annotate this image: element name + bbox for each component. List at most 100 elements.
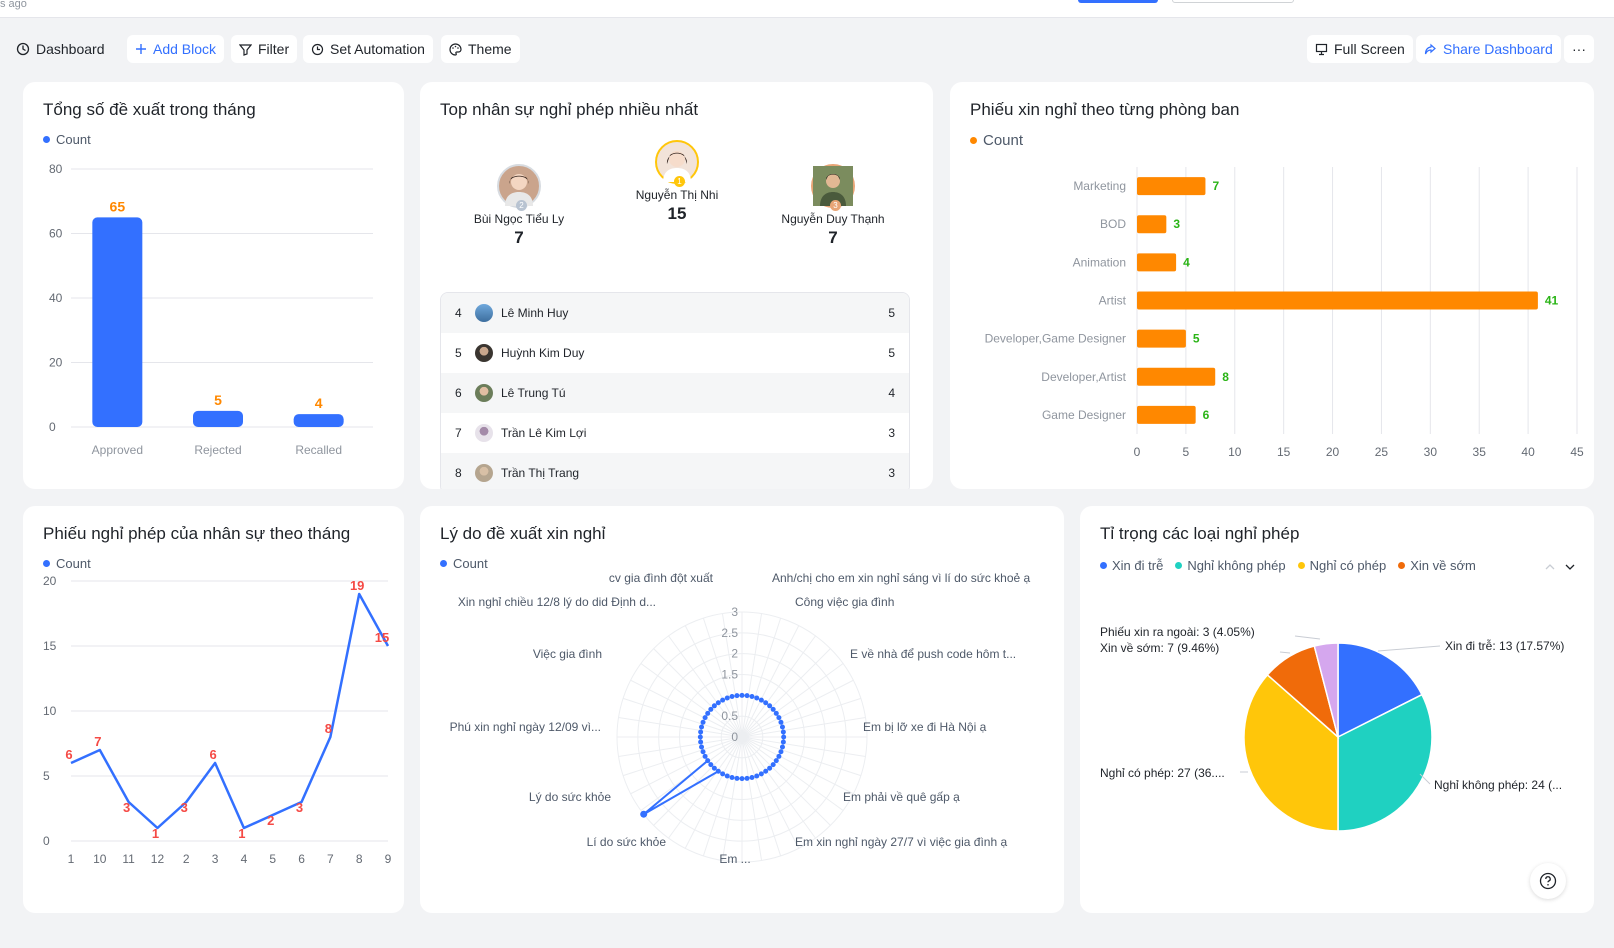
ranking-row[interactable]: 8 Trần Thị Trang 3 <box>441 453 909 489</box>
x-tick-label: 8 <box>356 852 363 866</box>
x-tick-label: 3 <box>212 852 219 866</box>
y-tick-label: 40 <box>49 291 63 305</box>
theme-button[interactable]: Theme <box>441 35 520 63</box>
set-automation-label: Set Automation <box>330 41 425 57</box>
y-tick-label: 20 <box>49 356 63 370</box>
ranking-row[interactable]: 6 Lê Trung Tú 4 <box>441 373 909 413</box>
data-point <box>773 710 779 716</box>
data-point <box>776 753 782 759</box>
data-point <box>773 758 779 764</box>
plus-icon <box>136 44 146 54</box>
rank-count: 3 <box>888 466 895 480</box>
bar <box>1137 177 1206 196</box>
avatar <box>475 384 493 402</box>
data-point <box>754 695 760 701</box>
rank-number: 4 <box>455 306 462 320</box>
radar-spoke <box>741 697 862 738</box>
rank-name: Trần Lê Kim Lợi <box>501 426 587 440</box>
data-point <box>779 744 785 750</box>
axis-label: Em ... <box>719 852 750 866</box>
dashboard-title-button[interactable]: Dashboard <box>8 35 113 63</box>
filter-label: Filter <box>258 41 290 57</box>
podium-name: Bùi Ngọc Tiểu Ly <box>473 212 565 226</box>
data-point <box>749 694 755 700</box>
radar-spoke <box>653 648 743 738</box>
podium-rank-2[interactable]: 2 Bùi Ngọc Tiểu Ly 7 <box>444 164 594 248</box>
card-leave-types[interactable]: Tỉ trọng các loại nghỉ phép Xin đi trễ Ng… <box>1080 506 1594 913</box>
data-point <box>739 692 745 698</box>
data-point <box>781 734 787 740</box>
y-tick-label: Artist <box>1099 294 1127 308</box>
avatar <box>475 424 493 442</box>
ranking-row[interactable]: 7 Trần Lê Kim Lợi 3 <box>441 413 909 453</box>
rank-name: Huỳnh Kim Duy <box>501 346 585 360</box>
data-point <box>720 771 726 777</box>
podium-rank-1[interactable]: 1 Nguyễn Thị Nhi 15 <box>602 140 752 224</box>
data-point <box>763 700 769 706</box>
podium-rank-3[interactable]: 3 Nguyễn Duy Thạnh 7 <box>758 164 908 248</box>
data-point <box>749 774 755 780</box>
radar-spoke <box>741 617 782 738</box>
filter-button[interactable]: Filter <box>231 35 298 63</box>
share-dashboard-button[interactable]: Share Dashboard <box>1416 35 1561 63</box>
ranking-list: 4 Lê Minh Huy 5 5 Huỳnh Kim Duy 5 6 Lê T… <box>440 292 910 489</box>
x-tick-label: Rejected <box>194 443 241 457</box>
card-total-requests[interactable]: Tổng số đề xuất trong tháng Count 0 20 40 6… <box>23 82 404 489</box>
bar <box>193 410 243 427</box>
leader-line <box>1377 645 1441 652</box>
data-label: 3 <box>1173 217 1180 231</box>
podium-count: 7 <box>514 228 524 247</box>
slice-label: Nghỉ không phép: 24 (... <box>1434 778 1562 792</box>
top-strip: s ago <box>0 0 1614 18</box>
filter-icon <box>239 43 252 56</box>
radial-tick-label: 2.5 <box>721 626 738 640</box>
card-monthly[interactable]: Phiếu nghỉ phép của nhân sự theo tháng C… <box>23 506 404 913</box>
y-tick-label: Game Designer <box>1042 408 1126 422</box>
data-point <box>640 810 648 818</box>
data-label: 41 <box>1545 294 1559 308</box>
ranking-row[interactable]: 5 Huỳnh Kim Duy 5 <box>441 333 909 373</box>
data-point <box>780 739 786 745</box>
reasons-radar-chart: 0 0.5 1.5 2 2.5 3 Anh/chị cho em xin nghỉ sáng… <box>450 571 1031 866</box>
rank-name: Lê Minh Huy <box>501 306 569 320</box>
data-label: 3 <box>181 800 188 815</box>
card-reasons[interactable]: Lý do đề xuất xin nghỉ Count 0 0.5 1.5 2 2.5… <box>420 506 1064 913</box>
set-automation-button[interactable]: Set Automation <box>303 35 433 63</box>
add-block-button[interactable]: Add Block <box>127 35 225 63</box>
ranking-row[interactable]: 4 Lê Minh Huy 5 <box>441 293 909 333</box>
x-tick-label: 25 <box>1375 445 1389 459</box>
radar-spoke <box>741 736 782 857</box>
slice-label: Xin đi trễ: 13 (17.57%) <box>1445 638 1564 653</box>
axis-label: Em phải về quê gấp ạ <box>843 790 960 804</box>
x-tick-label: 15 <box>1277 445 1291 459</box>
x-tick-label: 9 <box>385 852 392 866</box>
data-label: 8 <box>1222 370 1229 384</box>
data-point <box>744 693 750 699</box>
data-point <box>763 768 769 774</box>
bar <box>1137 405 1196 424</box>
more-options-button[interactable]: ··· <box>1564 35 1594 63</box>
axis-label: Em bị lỡ xe đi Hà Nội ạ <box>863 720 987 734</box>
help-button[interactable] <box>1530 863 1566 899</box>
data-point <box>770 706 776 712</box>
secondary-top-button[interactable] <box>1172 0 1294 3</box>
x-tick-label: 2 <box>183 852 190 866</box>
data-point <box>702 753 708 759</box>
card-top-leave[interactable]: Top nhân sự nghỉ phép nhiều nhất 2 Bùi N… <box>420 82 933 489</box>
x-tick-label: 35 <box>1473 445 1487 459</box>
data-point <box>776 715 782 721</box>
radar-spoke <box>622 736 743 777</box>
data-point <box>779 724 785 730</box>
data-label: 3 <box>296 800 303 815</box>
x-tick-label: 40 <box>1521 445 1535 459</box>
y-tick-label: 5 <box>43 769 50 783</box>
primary-top-button[interactable] <box>1078 0 1158 3</box>
y-tick-label: Marketing <box>1073 179 1126 193</box>
rank-count: 5 <box>888 346 895 360</box>
radial-tick-label: 3 <box>731 605 738 619</box>
y-tick-label: 20 <box>43 574 57 588</box>
x-tick-label: 10 <box>1228 445 1242 459</box>
card-by-department[interactable]: Phiếu xin nghỉ theo từng phòng ban Count… <box>950 82 1594 489</box>
data-label: 1 <box>238 826 245 841</box>
full-screen-button[interactable]: Full Screen <box>1307 35 1413 63</box>
